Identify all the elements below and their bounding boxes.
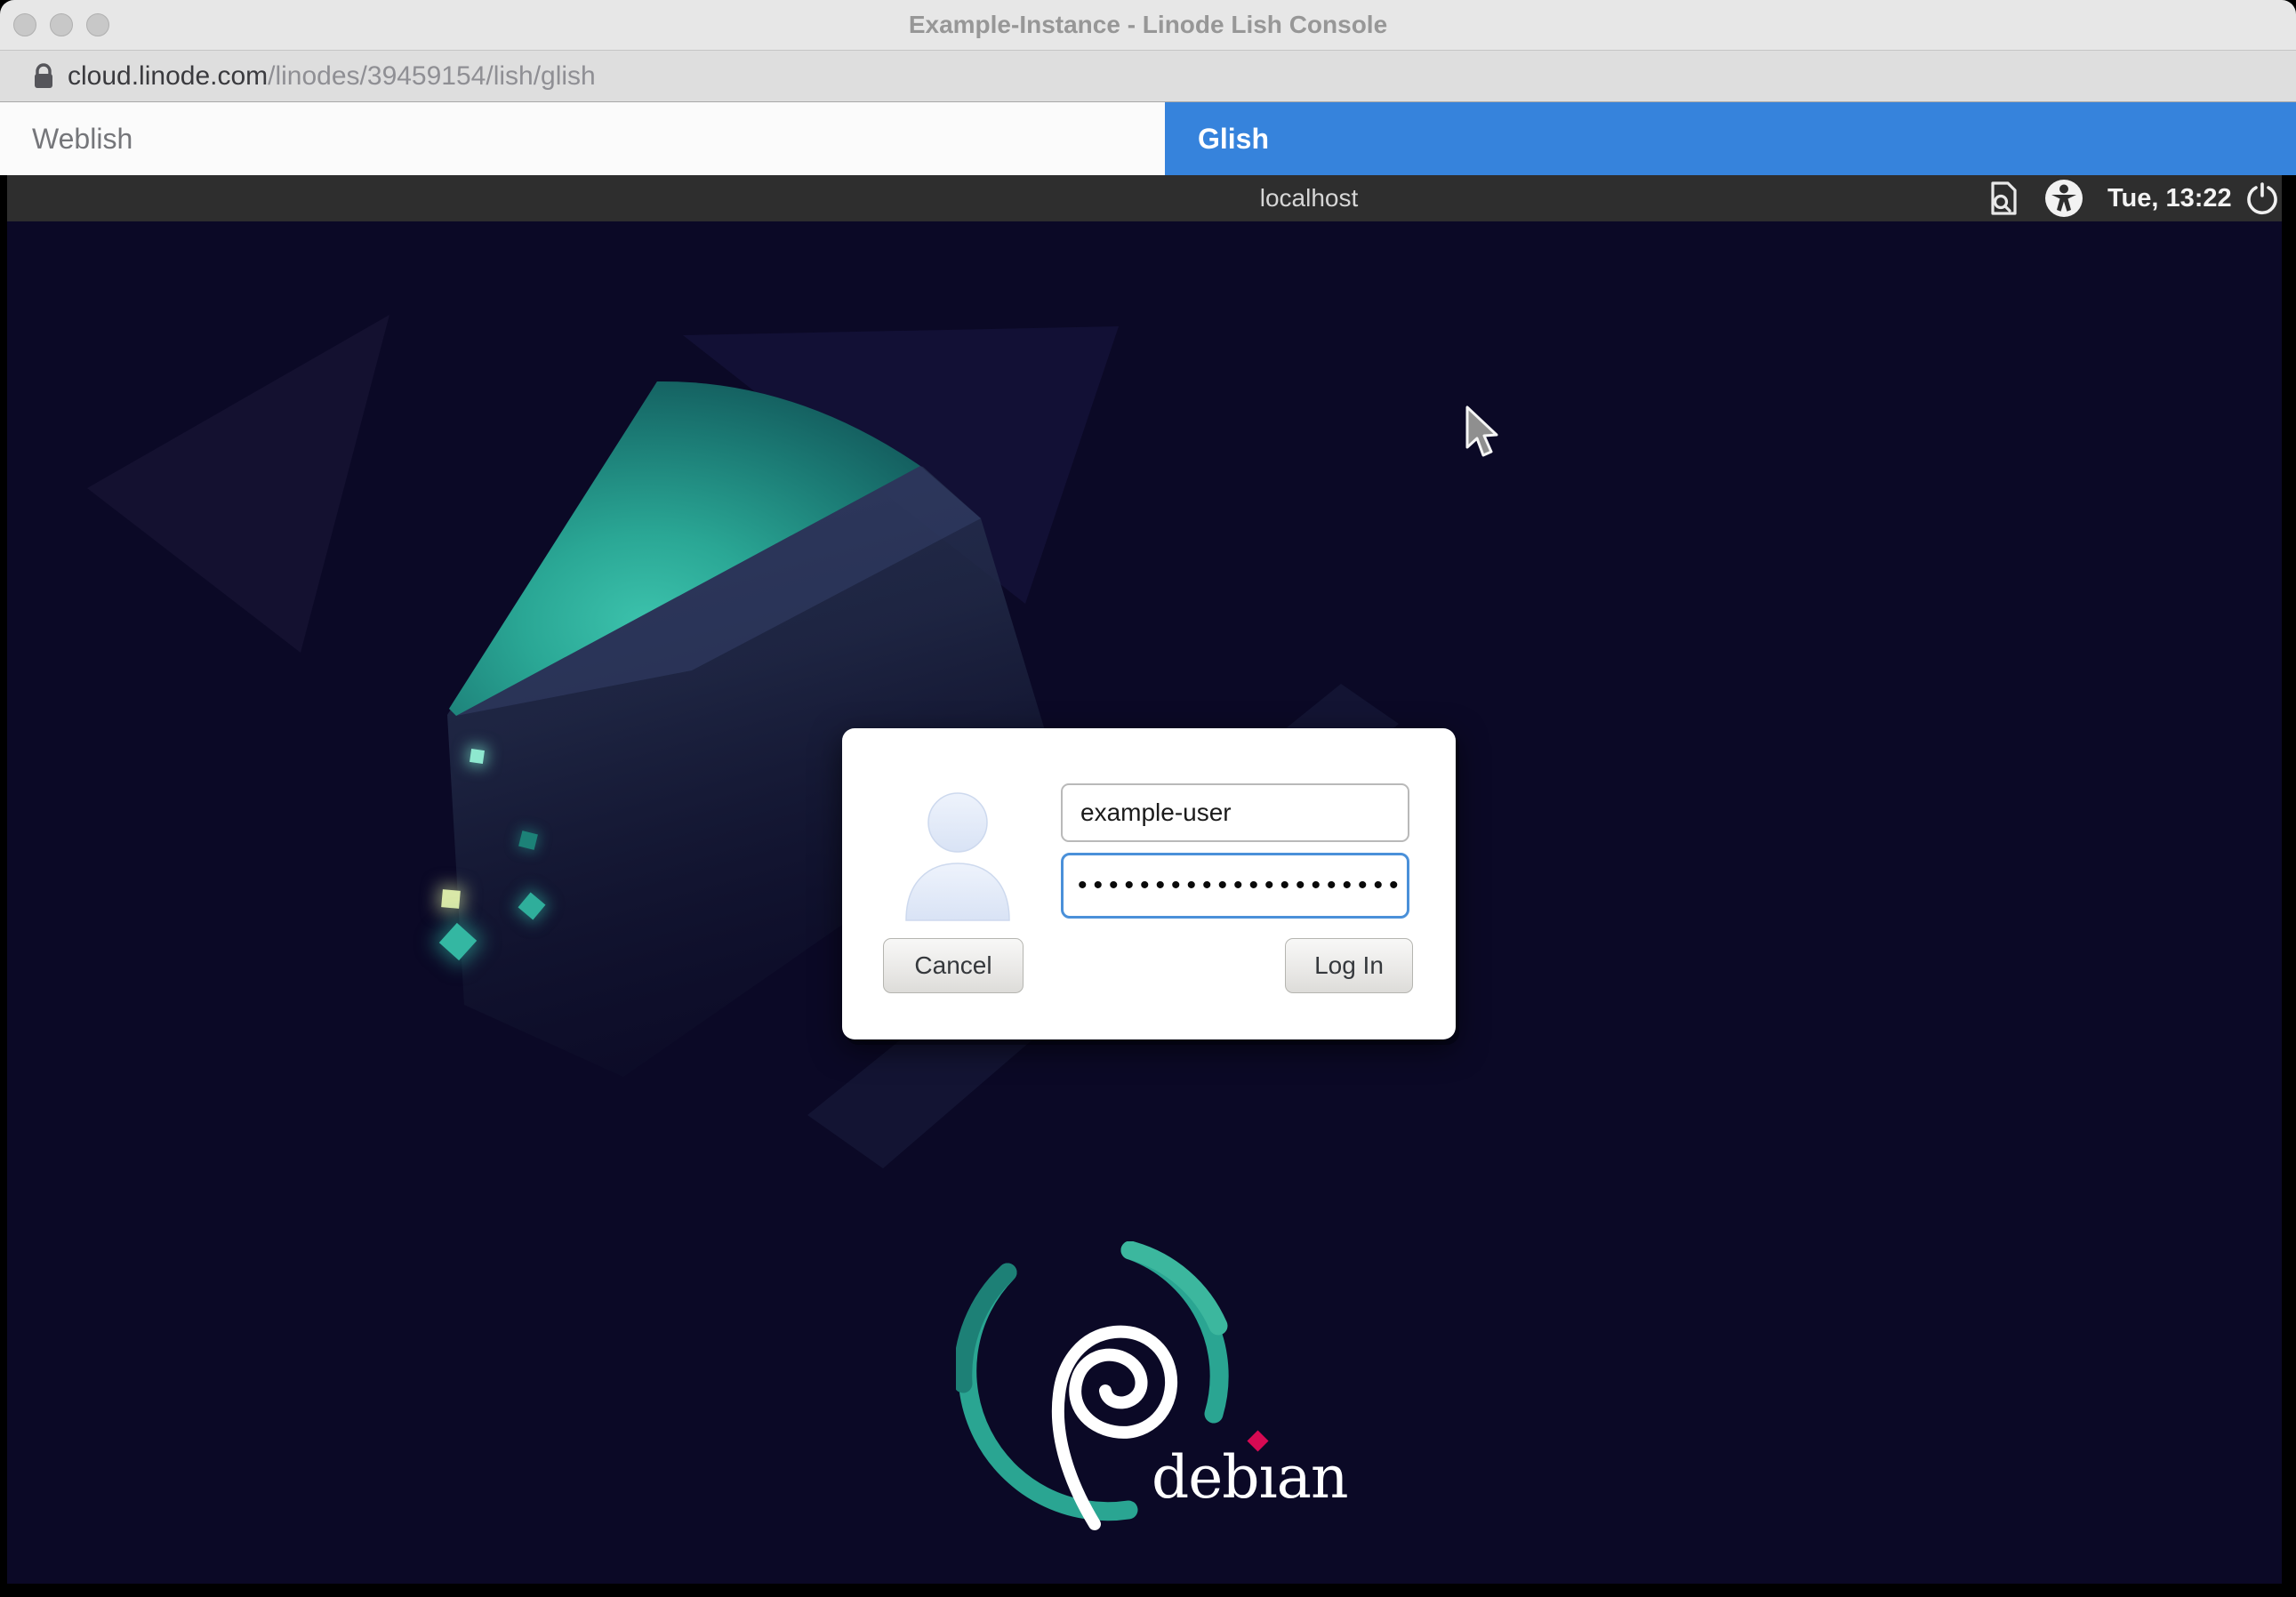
browser-window: Example-Instance - Linode Lish Console c… (0, 0, 2296, 1597)
tab-weblish-label: Weblish (32, 123, 132, 156)
url-host: cloud.linode.com (68, 61, 268, 91)
desktop-wallpaper: debıan (7, 221, 2282, 1584)
debian-word-pre: deb (1152, 1443, 1259, 1512)
url-path: /linodes/39459154/lish/glish (268, 61, 596, 91)
glow-square (470, 749, 485, 764)
username-value: example-user (1080, 798, 1232, 827)
cancel-button-label: Cancel (914, 951, 991, 980)
tab-glish[interactable]: Glish (1165, 102, 2296, 175)
gnome-top-bar: localhost Tue, 13:22 (7, 175, 2282, 221)
debian-wordmark: debıan (1152, 1443, 1348, 1512)
log-in-button[interactable]: Log In (1285, 938, 1413, 993)
lish-tab-bar: Weblish Glish (0, 102, 2296, 175)
glow-square (441, 889, 461, 909)
screen-reader-icon[interactable] (1988, 175, 2019, 221)
lock-icon (32, 63, 55, 90)
window-title: Example-Instance - Linode Lish Console (0, 0, 2296, 50)
clock-label[interactable]: Tue, 13:22 (2107, 175, 2232, 221)
user-avatar (895, 790, 1020, 922)
url-text: cloud.linode.com/linodes/39459154/lish/g… (68, 61, 596, 92)
power-icon[interactable] (2244, 175, 2280, 221)
mouse-cursor (1465, 405, 1510, 462)
debian-logo: debıan (956, 1241, 1347, 1544)
tab-weblish[interactable]: Weblish (0, 102, 1165, 175)
tab-glish-label: Glish (1198, 123, 1269, 156)
address-bar[interactable]: cloud.linode.com/linodes/39459154/lish/g… (0, 51, 2296, 102)
glish-console-frame: localhost Tue, 13:22 (0, 175, 2296, 1597)
log-in-button-label: Log In (1314, 951, 1384, 980)
accessibility-icon[interactable] (2043, 175, 2084, 221)
debian-word-post: an (1277, 1443, 1348, 1512)
password-mask: ••••••••••••••••••••• (1078, 871, 1405, 901)
login-dialog: example-user ••••••••••••••••••••• Cance… (842, 728, 1456, 1039)
cancel-button[interactable]: Cancel (883, 938, 1024, 993)
password-field[interactable]: ••••••••••••••••••••• (1061, 853, 1409, 919)
titlebar: Example-Instance - Linode Lish Console (0, 0, 2296, 51)
debian-word-i: ı (1259, 1443, 1277, 1512)
hostname-label: localhost (1260, 175, 1359, 221)
username-field[interactable]: example-user (1061, 783, 1409, 842)
glish-console[interactable]: localhost Tue, 13:22 (7, 175, 2282, 1584)
